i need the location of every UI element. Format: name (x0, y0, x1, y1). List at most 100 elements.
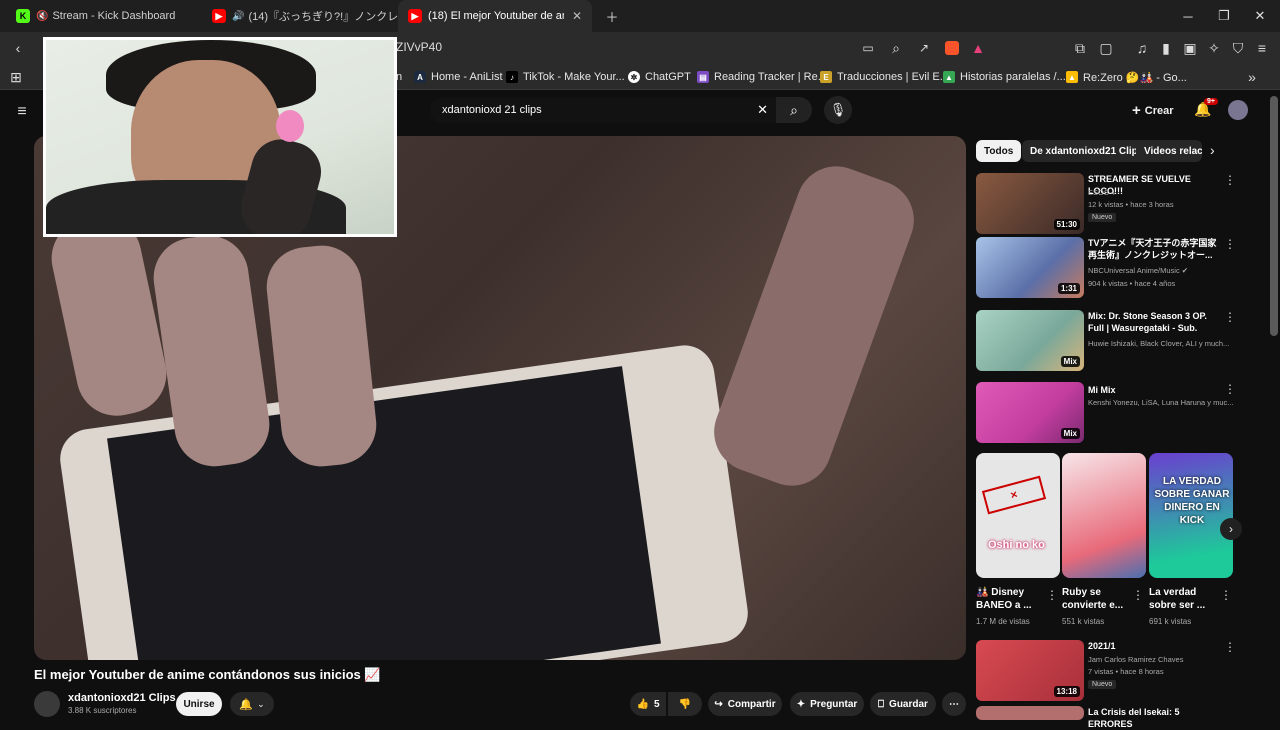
recommendation-title[interactable]: Mix: Dr. Stone Season 3 OP. Full | Wasur… (1088, 310, 1222, 336)
tab-youtube-op[interactable]: ▶ 🔊 (14)『ぶっちぎり?!』ノンクレジットオープ (202, 0, 398, 32)
more-icon: ⋯ (949, 698, 959, 710)
notifications-button[interactable]: 🔔 9+ (1194, 98, 1218, 118)
bookmark-rezero[interactable]: ▲ Re:Zero 🤔🎎 - Go... (1066, 68, 1187, 86)
cast-icon[interactable]: ▭ (854, 32, 882, 64)
like-button[interactable]: 👍 5 (630, 692, 666, 716)
channel-name[interactable]: xdantonioxd21 Clips (68, 692, 176, 704)
extensions-icon[interactable]: ⧉ (1066, 32, 1094, 64)
voice-search-button[interactable]: 🎙 (824, 96, 852, 124)
short-thumbnail[interactable]: Oshi no ko ✕ (976, 453, 1060, 578)
bookmark-tiktok[interactable]: ♪ TikTok - Make Your... (506, 68, 625, 86)
apps-grid-icon[interactable]: ⊞ (2, 61, 30, 93)
tab-youtube-active[interactable]: ▶ (18) El mejor Youtuber de anime ✕ (398, 0, 592, 32)
bookmark-historias[interactable]: ▲ Historias paralelas /... (943, 68, 1066, 86)
chip-all[interactable]: Todos (976, 140, 1022, 162)
like-count: 5 (653, 698, 660, 710)
chevron-right-icon[interactable]: › (1210, 142, 1215, 158)
recommendation-title[interactable]: La Crisis del Isekai: 5 ERRORES (1088, 706, 1222, 730)
channel-avatar[interactable] (34, 691, 60, 717)
bookmark-chatgpt[interactable]: ✲ ChatGPT (628, 68, 691, 86)
recommendation-channel[interactable]: ESOS 4 (1088, 188, 1238, 197)
translate-icon: E (820, 71, 832, 83)
video-thumbnail[interactable]: 13:18 (976, 640, 1084, 701)
brave-shield-icon[interactable] (938, 32, 966, 64)
search-button[interactable]: ⌕ (776, 97, 812, 123)
share-button[interactable]: ↪ Compartir (708, 692, 782, 716)
tab-search-icon[interactable]: ▢ (1092, 32, 1120, 64)
recommendation-item[interactable]: La Crisis del Isekai: 5 ERRORES (976, 706, 1266, 729)
tab-kick-dashboard[interactable]: K 🔇 Stream - Kick Dashboard (6, 0, 200, 32)
short-title[interactable]: 🎎 Disney BANEO a ... (976, 586, 1046, 612)
dislike-button[interactable]: 👎 (668, 692, 702, 716)
recommendation-channel[interactable]: Jam Carlos Ramirez Chaves (1088, 655, 1238, 664)
recommendation-item[interactable]: 51:30 STREAMER SE VUELVE LOCO!!! ESOS 4 … (976, 173, 1266, 237)
zoom-icon[interactable]: ⌕ (882, 32, 910, 64)
url-text[interactable]: ZIVvP40 (396, 40, 442, 54)
recommendation-title[interactable]: Mi Mix (1088, 384, 1222, 396)
thumbs-down-icon: 👎 (678, 698, 692, 710)
more-options-icon[interactable]: ⋮ (1132, 588, 1144, 602)
bookmark-traducciones[interactable]: E Traducciones | Evil E... (820, 68, 949, 86)
recommendation-item[interactable]: 13:18 2021/1 Jam Carlos Ramirez Chaves 7… (976, 640, 1266, 704)
bell-icon: 🔔 (239, 698, 254, 711)
video-thumbnail[interactable]: Mix (976, 382, 1084, 443)
video-thumbnail[interactable]: 51:30 (976, 173, 1084, 234)
short-views: 691 k vistas (1149, 617, 1192, 626)
recommendation-channel[interactable]: NBCUniversal Anime/Music ✔ (1088, 266, 1238, 275)
save-button[interactable]: ⎕ Guardar (870, 692, 936, 716)
stamp-graphic: ✕ (981, 475, 1047, 515)
brave-rewards-icon[interactable]: ▲ (964, 32, 992, 64)
close-window-button[interactable]: ✕ (1242, 0, 1278, 32)
video-thumbnail[interactable] (976, 706, 1084, 720)
more-options-icon[interactable]: ⋮ (1224, 382, 1236, 396)
video-thumbnail[interactable]: 1:31 (976, 237, 1084, 298)
more-options-icon[interactable]: ⋮ (1224, 310, 1236, 324)
minimize-button[interactable]: ─ (1170, 0, 1206, 32)
short-thumbnail[interactable] (1062, 453, 1146, 578)
menu-icon[interactable]: ≡ (1248, 32, 1276, 64)
video-thumbnail[interactable]: Mix (976, 310, 1084, 371)
tiktok-icon: ♪ (506, 71, 518, 83)
ask-button[interactable]: ✦ Preguntar (790, 692, 864, 716)
more-bookmarks-icon[interactable]: » (1238, 61, 1266, 93)
short-thumbnail[interactable]: LA VERDAD SOBRE GANAR DINERO EN KICK (1149, 453, 1233, 578)
recommendation-item[interactable]: Mix Mi Mix Kenshi Yonezu, LiSA, Luna Har… (976, 382, 1266, 446)
bookmark-anilist[interactable]: A Home - AniList (414, 68, 503, 86)
recommendation-item[interactable]: Mix Mix: Dr. Stone Season 3 OP. Full | W… (976, 310, 1266, 374)
maximize-button[interactable]: ❐ (1206, 0, 1242, 32)
recommendation-channel[interactable]: Huwie Ishizaki, Black Clover, ALI y much… (1088, 339, 1238, 348)
ask-label: Preguntar (810, 698, 858, 710)
join-button[interactable]: Unirse (176, 692, 222, 716)
bookmark-label: Re:Zero 🤔🎎 - Go... (1083, 71, 1187, 84)
create-button[interactable]: + Crear (1132, 102, 1174, 119)
short-views: 551 k vistas (1062, 617, 1105, 626)
more-options-icon[interactable]: ⋮ (1046, 588, 1058, 602)
back-icon[interactable]: ‹ (4, 32, 32, 64)
recommendation-title[interactable]: 2021/1 (1088, 640, 1222, 652)
chatgpt-icon: ✲ (628, 71, 640, 83)
recommendation-title[interactable]: TVアニメ『天才王子の赤字国家再生術』ノンクレジットオー... (1088, 237, 1222, 261)
close-tab-icon[interactable]: ✕ (564, 9, 582, 23)
user-avatar[interactable] (1228, 100, 1248, 120)
bookmark-reading-tracker[interactable]: ▤ Reading Tracker | Re... (697, 68, 827, 86)
chip-from-channel[interactable]: De xdantonioxd21 Clips (1022, 140, 1152, 162)
shorts-next-button[interactable]: › (1220, 518, 1242, 540)
subscription-bell-button[interactable]: 🔔 ⌄ (230, 692, 274, 716)
new-tab-button[interactable]: ＋ (594, 0, 630, 32)
clear-search-icon[interactable]: ✕ (757, 102, 768, 118)
recommendation-channel[interactable]: Kenshi Yonezu, LiSA, Luna Haruna y muc..… (1088, 398, 1238, 407)
more-actions-button[interactable]: ⋯ (942, 692, 966, 716)
share-label: Compartir (727, 698, 776, 710)
chip-related[interactable]: Videos relacio (1136, 140, 1202, 162)
more-options-icon[interactable]: ⋮ (1224, 237, 1236, 251)
share-icon[interactable]: ↗ (910, 32, 938, 64)
more-options-icon[interactable]: ⋮ (1220, 588, 1232, 602)
page-scrollbar[interactable] (1270, 96, 1278, 336)
more-options-icon[interactable]: ⋮ (1224, 173, 1236, 187)
search-input[interactable]: xdantonioxd 21 clips ✕ (430, 97, 776, 123)
hamburger-menu-icon[interactable]: ≡ (8, 96, 36, 128)
recommendation-item[interactable]: 1:31 TVアニメ『天才王子の赤字国家再生術』ノンクレジットオー... NBC… (976, 237, 1266, 301)
more-options-icon[interactable]: ⋮ (1224, 640, 1236, 654)
short-title[interactable]: La verdad sobre ser ... (1149, 586, 1219, 612)
short-title[interactable]: Ruby se convierte e... (1062, 586, 1132, 612)
